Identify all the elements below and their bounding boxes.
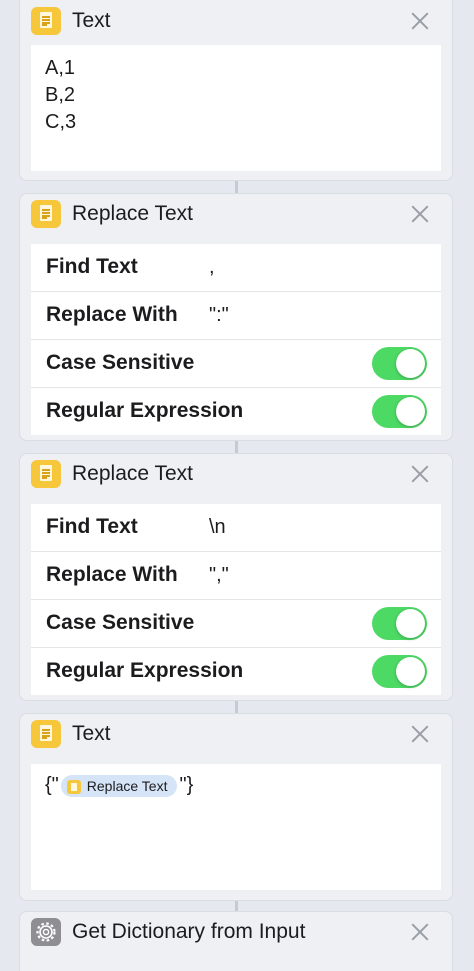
connector	[235, 700, 238, 714]
find-text-value[interactable]: \n	[209, 516, 226, 539]
card-header: Text	[20, 714, 452, 754]
replace-with-label: Replace With	[46, 303, 178, 326]
connector	[235, 180, 238, 194]
close-icon[interactable]	[410, 921, 430, 941]
document-icon	[31, 200, 61, 228]
regular-expression-toggle[interactable]	[372, 395, 427, 428]
replace-with-value[interactable]: ","	[209, 564, 229, 587]
case-sensitive-row: Case Sensitive	[31, 600, 441, 648]
card-header: Get Dictionary from Input	[20, 912, 452, 952]
case-sensitive-label: Case Sensitive	[46, 351, 195, 374]
variable-token[interactable]: Replace Text	[60, 774, 178, 797]
card-header: Replace Text	[20, 194, 452, 234]
regular-expression-label: Regular Expression	[46, 399, 244, 422]
text-line: A,1	[45, 57, 76, 79]
action-card-get-dictionary[interactable]: Get Dictionary from Input	[19, 911, 453, 971]
shortcut-editor: Text A,1 B,2 C,3 Replace Text Find Text …	[0, 0, 474, 971]
parameter-list: Find Text \n Replace With "," Case Sensi…	[31, 504, 441, 695]
action-card-replace-text[interactable]: Replace Text Find Text , Replace With ":…	[19, 193, 453, 441]
close-icon[interactable]	[410, 463, 430, 483]
action-card-replace-text[interactable]: Replace Text Find Text \n Replace With "…	[19, 453, 453, 701]
text-suffix: "}	[179, 774, 194, 796]
action-card-text[interactable]: Text {" Replace Text "}	[19, 713, 453, 901]
card-title: Replace Text	[72, 462, 194, 485]
text-line: C,3	[45, 111, 77, 133]
text-line: B,2	[45, 84, 76, 106]
replace-with-row[interactable]: Replace With ":"	[31, 292, 441, 340]
document-icon	[31, 7, 61, 35]
card-title: Get Dictionary from Input	[72, 920, 306, 943]
close-icon[interactable]	[410, 203, 430, 223]
text-prefix: {"	[45, 774, 59, 796]
document-icon	[31, 460, 61, 488]
connector	[235, 440, 238, 454]
case-sensitive-toggle[interactable]	[372, 607, 427, 640]
find-text-label: Find Text	[46, 255, 138, 278]
find-text-label: Find Text	[46, 515, 138, 538]
variable-token-label: Replace Text	[86, 777, 168, 794]
replace-with-value[interactable]: ":"	[209, 304, 229, 327]
replace-with-row[interactable]: Replace With ","	[31, 552, 441, 600]
regular-expression-toggle[interactable]	[372, 655, 427, 688]
find-text-value[interactable]: ,	[209, 256, 215, 279]
text-field[interactable]: {" Replace Text "}	[31, 764, 441, 890]
document-icon	[31, 720, 61, 748]
case-sensitive-toggle[interactable]	[372, 347, 427, 380]
action-card-text[interactable]: Text A,1 B,2 C,3	[19, 0, 453, 181]
text-field[interactable]: A,1 B,2 C,3	[31, 45, 441, 171]
close-icon[interactable]	[410, 723, 430, 743]
case-sensitive-label: Case Sensitive	[46, 611, 195, 634]
regular-expression-row: Regular Expression	[31, 388, 441, 435]
replace-with-label: Replace With	[46, 563, 178, 586]
card-header: Replace Text	[20, 454, 452, 494]
card-title: Text	[72, 722, 111, 745]
case-sensitive-row: Case Sensitive	[31, 340, 441, 388]
find-text-row[interactable]: Find Text ,	[31, 244, 441, 292]
regular-expression-label: Regular Expression	[46, 659, 244, 682]
gear-icon	[31, 918, 61, 946]
card-title: Replace Text	[72, 202, 194, 225]
document-icon	[66, 780, 81, 795]
card-title: Text	[72, 9, 111, 32]
regular-expression-row: Regular Expression	[31, 648, 441, 695]
card-header: Text	[20, 1, 452, 41]
close-icon[interactable]	[410, 10, 430, 30]
find-text-row[interactable]: Find Text \n	[31, 504, 441, 552]
parameter-list: Find Text , Replace With ":" Case Sensit…	[31, 244, 441, 435]
